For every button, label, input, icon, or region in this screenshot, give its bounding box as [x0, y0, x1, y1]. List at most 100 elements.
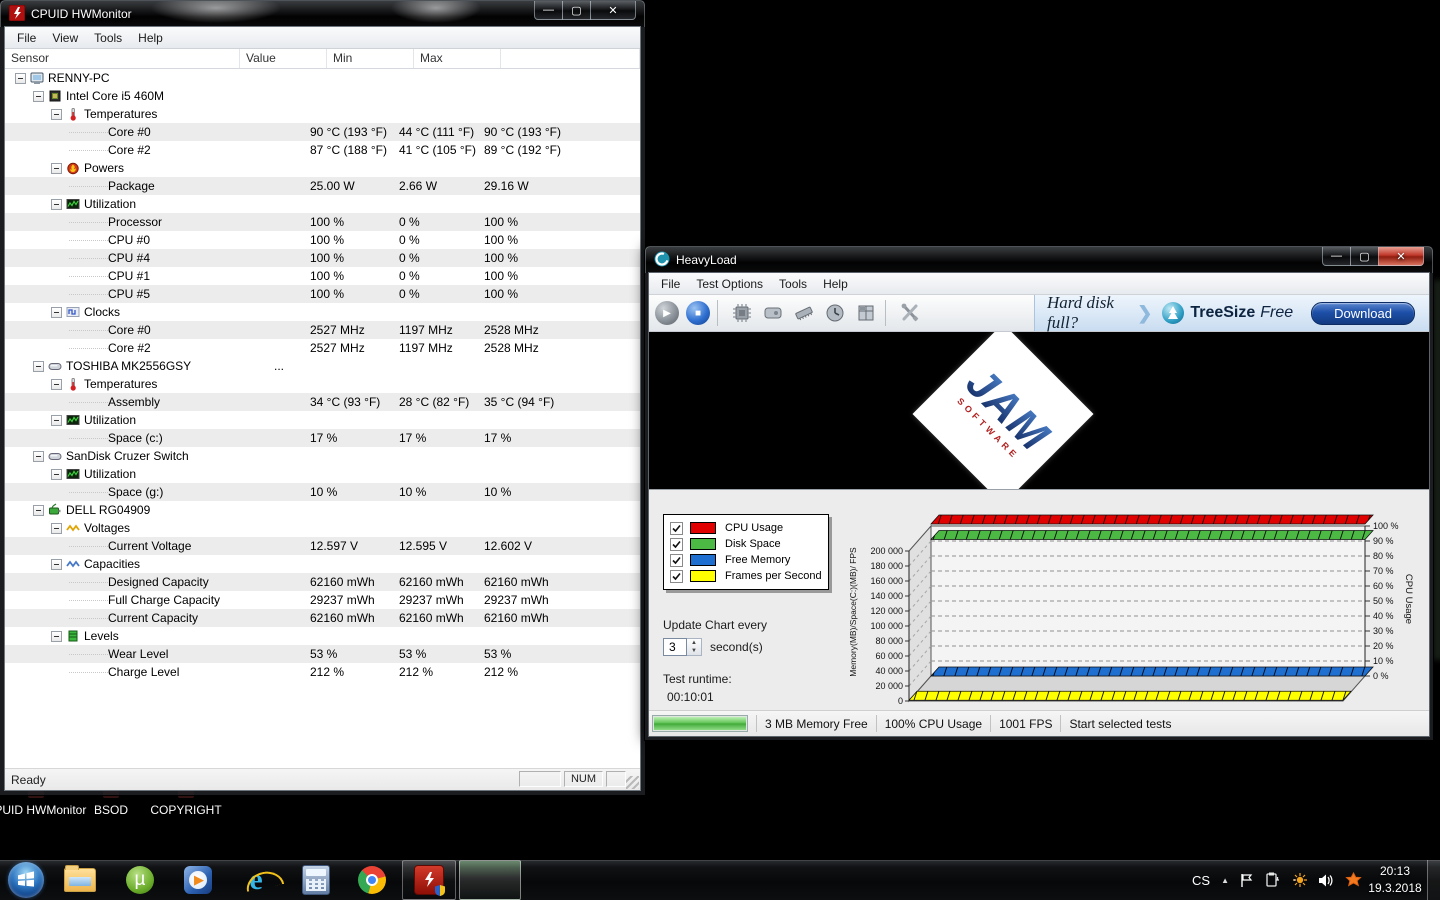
sensor-row[interactable]: DELL RG04909	[5, 501, 640, 519]
sensor-row[interactable]: Wear Level53 %53 %53 %	[5, 645, 640, 663]
legend-checkbox[interactable]	[670, 538, 683, 551]
maximize-button[interactable]: ▢	[1350, 247, 1379, 266]
tree-expand-toggle[interactable]	[15, 73, 26, 84]
sensor-row[interactable]: CPU #5100 %0 %100 %	[5, 285, 640, 303]
menu-item-tools[interactable]: Tools	[771, 275, 815, 293]
tree-expand-toggle[interactable]	[51, 109, 62, 120]
treesize-ad-banner[interactable]: Hard disk full? ❯ TreeSize Free Download	[1034, 295, 1429, 331]
tree-expand-toggle[interactable]	[33, 91, 44, 102]
show-desktop-button[interactable]	[1427, 860, 1440, 900]
sensor-row[interactable]: Processor100 %0 %100 %	[5, 213, 640, 231]
sensor-row[interactable]: Designed Capacity62160 mWh62160 mWh62160…	[5, 573, 640, 591]
taskbar-item-hwmonitor[interactable]	[402, 860, 456, 900]
tree-expand-toggle[interactable]	[33, 361, 44, 372]
sensor-row[interactable]: Charge Level212 %212 %212 %	[5, 663, 640, 681]
notification-starburst-icon[interactable]	[1291, 872, 1307, 888]
column-header-value[interactable]: Value	[240, 49, 327, 68]
sensor-row[interactable]: CPU #1100 %0 %100 %	[5, 267, 640, 285]
cpu-test-button[interactable]	[729, 300, 755, 326]
sensor-row[interactable]: SanDisk Cruzer Switch	[5, 447, 640, 465]
menu-item-help[interactable]: Help	[130, 29, 171, 47]
taskbar-clock[interactable]: 20:13 19.3.2018	[1364, 863, 1426, 897]
sensor-row[interactable]: Capacities	[5, 555, 640, 573]
disk-test-button[interactable]	[760, 300, 786, 326]
start-button[interactable]	[4, 862, 48, 898]
menu-item-view[interactable]: View	[44, 29, 86, 47]
tree-expand-toggle[interactable]	[33, 451, 44, 462]
tree-expand-toggle[interactable]	[51, 307, 62, 318]
column-header-min[interactable]: Min	[327, 49, 414, 68]
interval-spinner[interactable]: 3 ▲ ▼ second(s)	[663, 638, 763, 656]
language-indicator[interactable]: CS	[1192, 873, 1210, 888]
taskbar-item-explorer[interactable]	[58, 862, 102, 898]
maximize-button[interactable]: ▢	[562, 1, 591, 20]
close-button[interactable]: ✕	[590, 1, 636, 20]
close-button[interactable]: ✕	[1378, 247, 1424, 266]
tree-expand-toggle[interactable]	[51, 199, 62, 210]
taskbar-item-calculator[interactable]	[294, 862, 338, 898]
menu-item-tools[interactable]: Tools	[86, 29, 130, 47]
spinner-down-icon[interactable]: ▼	[687, 647, 701, 655]
sensor-row[interactable]: Core #22527 MHz1197 MHz2528 MHz	[5, 339, 640, 357]
window-test-button[interactable]	[853, 300, 879, 326]
show-hidden-icons-button[interactable]: ▲	[1221, 876, 1229, 885]
menu-item-help[interactable]: Help	[815, 275, 856, 293]
interval-value[interactable]: 3	[663, 638, 687, 656]
taskbar-item-media-player[interactable]: ▶	[176, 862, 220, 898]
timer-test-button[interactable]	[822, 300, 848, 326]
legend-checkbox[interactable]	[670, 554, 683, 567]
sensor-row[interactable]: Temperatures	[5, 375, 640, 393]
menu-item-file[interactable]: File	[9, 29, 44, 47]
sensor-row[interactable]: Space (c:)17 %17 %17 %	[5, 429, 640, 447]
menu-item-test-options[interactable]: Test Options	[688, 275, 771, 293]
sensor-row[interactable]: Core #287 °C (188 °F)41 °C (105 °F)89 °C…	[5, 141, 640, 159]
taskbar-item-internet-explorer[interactable]: e	[234, 862, 278, 898]
menu-item-file[interactable]: File	[653, 275, 688, 293]
tree-expand-toggle[interactable]	[51, 631, 62, 642]
taskbar-item-utorrent[interactable]: µ	[118, 862, 162, 898]
tree-expand-toggle[interactable]	[51, 523, 62, 534]
sensor-row[interactable]: Core #02527 MHz1197 MHz2528 MHz	[5, 321, 640, 339]
sensor-row[interactable]: Current Voltage12.597 V12.595 V12.602 V	[5, 537, 640, 555]
download-button[interactable]: Download	[1311, 302, 1415, 325]
sensor-row[interactable]: Utilization	[5, 195, 640, 213]
power-plug-icon[interactable]	[1265, 872, 1280, 888]
sensor-row[interactable]: Utilization	[5, 411, 640, 429]
tree-expand-toggle[interactable]	[51, 163, 62, 174]
sensor-row[interactable]: Levels	[5, 627, 640, 645]
taskbar-item-chrome[interactable]	[350, 862, 394, 898]
memory-test-button[interactable]	[791, 300, 817, 326]
legend-checkbox[interactable]	[670, 522, 683, 535]
heavyload-titlebar[interactable]: HeavyLoad — ▢ ✕	[645, 246, 1433, 273]
sensor-row[interactable]: Core #090 °C (193 °F)44 °C (111 °F)90 °C…	[5, 123, 640, 141]
sensor-row[interactable]: Full Charge Capacity29237 mWh29237 mWh29…	[5, 591, 640, 609]
minimize-button[interactable]: —	[534, 1, 563, 20]
sensor-row[interactable]: Temperatures	[5, 105, 640, 123]
action-center-flag-icon[interactable]	[1240, 873, 1254, 888]
sensor-row[interactable]: Utilization	[5, 465, 640, 483]
tree-expand-toggle[interactable]	[51, 415, 62, 426]
sensor-row[interactable]: CPU #4100 %0 %100 %	[5, 249, 640, 267]
desktop-icon-copyright[interactable]: COPYRIGHT	[131, 803, 241, 818]
column-header-sensor[interactable]: Sensor	[5, 49, 240, 68]
sensor-row[interactable]: Clocks	[5, 303, 640, 321]
sensor-row[interactable]: Intel Core i5 460M	[5, 87, 640, 105]
sensor-row[interactable]: Powers	[5, 159, 640, 177]
avast-icon[interactable]	[1345, 872, 1362, 888]
sensor-row[interactable]: Assembly34 °C (93 °F)28 °C (82 °F)35 °C …	[5, 393, 640, 411]
resize-grip[interactable]	[626, 776, 639, 789]
hwmonitor-titlebar[interactable]: CPUID HWMonitor — ▢ ✕	[0, 0, 645, 27]
sensor-row[interactable]: CPU #0100 %0 %100 %	[5, 231, 640, 249]
minimize-button[interactable]: —	[1322, 247, 1351, 266]
tree-expand-toggle[interactable]	[51, 469, 62, 480]
spinner-up-icon[interactable]: ▲	[687, 639, 701, 647]
sensor-row[interactable]: Current Capacity62160 mWh62160 mWh62160 …	[5, 609, 640, 627]
sensor-row[interactable]: Space (g:)10 %10 %10 %	[5, 483, 640, 501]
options-button[interactable]	[897, 300, 923, 326]
tree-expand-toggle[interactable]	[51, 559, 62, 570]
sensor-row[interactable]: Package25.00 W2.66 W29.16 W	[5, 177, 640, 195]
sensor-row[interactable]: Voltages	[5, 519, 640, 537]
legend-checkbox[interactable]	[670, 570, 683, 583]
column-header[interactable]: SensorValueMinMax	[5, 49, 640, 69]
column-header-max[interactable]: Max	[414, 49, 501, 68]
